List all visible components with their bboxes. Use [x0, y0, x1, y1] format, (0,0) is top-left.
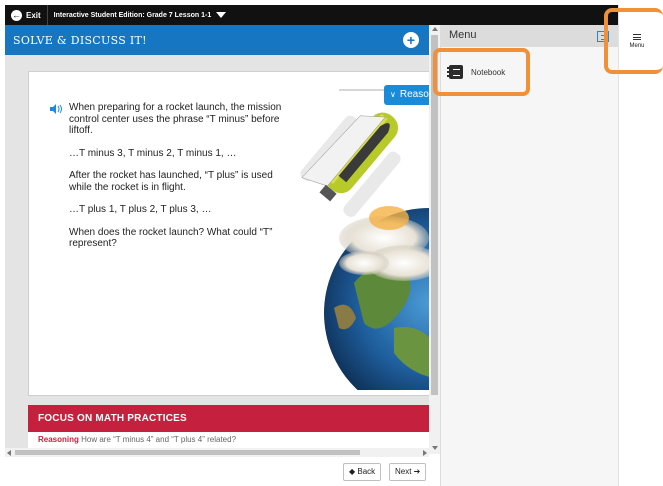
hamburger-icon [633, 33, 641, 40]
caret-down-icon [216, 12, 227, 18]
menu-panel-header: Menu [441, 25, 619, 47]
menu-toggle-label: Menu [629, 42, 645, 49]
menu-item-notebook[interactable]: Notebook [447, 59, 531, 85]
focus-keyword: Reasoning [38, 435, 79, 444]
focus-question: How are “T minus 4” and “T plus 4” relat… [78, 435, 237, 444]
lesson-navigation: ◆ Back Next ➔ [5, 457, 429, 486]
prompt-paragraph: …T minus 3, T minus 2, T minus 1, … [69, 147, 237, 159]
focus-heading: FOCUS ON MATH PRACTICES [28, 405, 429, 432]
add-button[interactable]: + [403, 32, 419, 48]
rocket-earth-illustration [300, 112, 429, 390]
lesson-title: SOLVE & DISCUSS IT! [13, 33, 147, 47]
menu-item-label: Notebook [471, 67, 506, 77]
scroll-up-arrow[interactable] [432, 27, 438, 31]
notebook-icon [447, 65, 463, 79]
menu-toggle-button[interactable]: Menu [618, 22, 656, 60]
problem-card: ∨Reasoning When preparing for a rocket l… [28, 71, 429, 396]
back-arrow-icon: ← [11, 9, 22, 21]
speaker-icon[interactable] [49, 104, 63, 114]
exit-button[interactable]: ← Exit [5, 5, 48, 25]
scroll-thumb[interactable] [15, 450, 360, 455]
horizontal-scrollbar[interactable] [5, 448, 429, 457]
focus-prompt: Reasoning How are “T minus 4” and “T plu… [28, 432, 429, 448]
problem-prompt: When preparing for a rocket launch, the … [69, 102, 284, 261]
prompt-paragraph: When does the rocket launch? What could … [69, 226, 273, 250]
lesson-header: SOLVE & DISCUSS IT! + [5, 25, 429, 55]
menu-panel: Menu Notebook [440, 25, 619, 486]
vertical-scrollbar[interactable] [429, 25, 440, 454]
scroll-thumb[interactable] [431, 35, 438, 395]
right-toolbar [618, 5, 663, 486]
prompt-paragraph: …T plus 1, T plus 2, T plus 3, … [69, 204, 212, 215]
top-bar: ← Exit Interactive Student Edition: Grad… [5, 5, 429, 25]
exit-label: Exit [26, 10, 41, 20]
prompt-paragraph: When preparing for a rocket launch, the … [69, 102, 282, 136]
scroll-down-arrow[interactable] [432, 446, 438, 450]
app-window: ← Exit Interactive Student Edition: Grad… [0, 0, 663, 486]
back-button[interactable]: ◆ Back [343, 463, 382, 481]
next-button[interactable]: Next ➔ [389, 463, 427, 481]
course-title: Interactive Student Edition: Grade 7 Les… [53, 11, 212, 19]
prompt-paragraph: After the rocket has launched, “T plus” … [69, 170, 273, 193]
scroll-right-arrow[interactable] [423, 450, 427, 456]
course-title-dropdown[interactable]: Interactive Student Edition: Grade 7 Les… [48, 12, 233, 19]
scroll-left-arrow[interactable] [7, 450, 11, 456]
lesson-content: ∨Reasoning When preparing for a rocket l… [5, 55, 429, 448]
menu-panel-title: Menu [449, 29, 477, 41]
collapse-panel-icon[interactable] [597, 31, 609, 42]
